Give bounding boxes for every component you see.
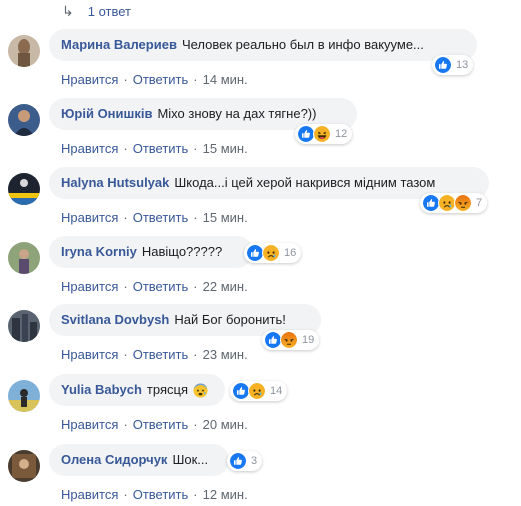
reply-arrow-icon: ↳ [62, 2, 74, 19]
reactions-summary[interactable]: 7 [420, 193, 488, 213]
timestamp[interactable]: 12 мин. [203, 487, 248, 502]
separator-dot: · [123, 141, 128, 156]
separator-dot: · [123, 487, 128, 502]
comment-actions: Нравится · Ответить · 20 мин. [61, 417, 248, 432]
avatar[interactable] [8, 380, 40, 412]
author-name[interactable]: Halyna Hutsulyak [61, 175, 169, 191]
sad-reaction-icon [262, 244, 280, 262]
comment: Yulia Babych трясця 14 Нравится · Ответи… [0, 370, 521, 434]
comment: Юрій Онишків Міхо знову на дах тягне?)) … [0, 94, 521, 158]
like-link[interactable]: Нравится [61, 72, 118, 87]
angry-reaction-icon [280, 331, 298, 349]
separator-dot: · [193, 210, 198, 225]
comment-text: Міхо знову на дах тягне?)) [157, 106, 317, 121]
angry-reaction-icon [454, 194, 472, 212]
comment-text: трясця [146, 382, 188, 397]
avatar[interactable] [8, 450, 40, 482]
comment-actions: Нравится · Ответить · 12 мин. [61, 487, 248, 502]
author-name[interactable]: Svitlana Dovbysh [61, 312, 169, 328]
reaction-count: 19 [302, 334, 315, 346]
comment-bubble: Марина Валериев Человек реально был в ин… [49, 29, 477, 61]
separator-dot: · [123, 417, 128, 432]
comment-actions: Нравится · Ответить · 15 мин. [61, 210, 248, 225]
reaction-count: 13 [456, 59, 469, 71]
comment-bubble: Yulia Babych трясця [49, 374, 225, 406]
like-link[interactable]: Нравится [61, 279, 118, 294]
reactions-summary[interactable]: 12 [295, 124, 353, 144]
reaction-count: 14 [270, 385, 283, 397]
reactions-summary[interactable]: 19 [262, 330, 320, 350]
avatar[interactable] [8, 173, 40, 205]
like-link[interactable]: Нравится [61, 347, 118, 362]
separator-dot: · [123, 72, 128, 87]
author-name[interactable]: Юрій Онишків [61, 106, 152, 122]
avatar[interactable] [8, 104, 40, 136]
separator-dot: · [123, 279, 128, 294]
comment-bubble: Iryna Korniy Навіщо????? [49, 236, 253, 268]
reactions-summary[interactable]: 13 [432, 55, 474, 75]
comment-text: Человек реально был в инфо вакууме... [181, 37, 424, 52]
reply-link[interactable]: Ответить [133, 210, 189, 225]
author-name[interactable]: Олена Сидорчук [61, 452, 167, 468]
reply-link[interactable]: Ответить [133, 417, 189, 432]
comment: Halyna Hutsulyak Шкода...і цей херой нак… [0, 163, 521, 227]
reply-link[interactable]: Ответить [133, 279, 189, 294]
view-replies-link[interactable]: ↳ 1 ответ [62, 3, 131, 19]
comment-text: Навіщо????? [141, 244, 223, 259]
separator-dot: · [193, 141, 198, 156]
timestamp[interactable]: 14 мин. [203, 72, 248, 87]
author-name[interactable]: Марина Валериев [61, 37, 177, 53]
comment-bubble: Олена Сидорчук Шок... [49, 444, 229, 476]
separator-dot: · [123, 210, 128, 225]
like-link[interactable]: Нравится [61, 141, 118, 156]
avatar[interactable] [8, 242, 40, 274]
reactions-summary[interactable]: 3 [227, 451, 263, 471]
separator-dot: · [193, 72, 198, 87]
separator-dot: · [193, 417, 198, 432]
like-link[interactable]: Нравится [61, 487, 118, 502]
reply-link[interactable]: Ответить [133, 72, 189, 87]
like-link[interactable]: Нравится [61, 210, 118, 225]
avatar[interactable] [8, 35, 40, 67]
separator-dot: · [123, 347, 128, 362]
separator-dot: · [193, 279, 198, 294]
author-name[interactable]: Yulia Babych [61, 382, 142, 398]
reaction-count: 16 [284, 247, 297, 259]
anxious-face-icon [193, 382, 208, 398]
separator-dot: · [193, 487, 198, 502]
like-reaction-icon [434, 56, 452, 74]
like-reaction-icon [229, 452, 247, 470]
reaction-count: 12 [335, 128, 348, 140]
comment: Олена Сидорчук Шок... 3 Нравится · Ответ… [0, 440, 521, 504]
reply-link[interactable]: Ответить [133, 487, 189, 502]
comment-text: Най Бог боронить! [174, 312, 286, 327]
timestamp[interactable]: 15 мин. [203, 210, 248, 225]
author-name[interactable]: Iryna Korniy [61, 244, 137, 260]
comment-actions: Нравится · Ответить · 15 мин. [61, 141, 248, 156]
timestamp[interactable]: 20 мин. [203, 417, 248, 432]
reaction-count: 3 [251, 455, 258, 467]
separator-dot: · [193, 347, 198, 362]
like-link[interactable]: Нравится [61, 417, 118, 432]
reactions-summary[interactable]: 16 [244, 243, 302, 263]
comment-text: Шкода...і цей херой накрився мідним тазо… [174, 175, 436, 190]
comment-actions: Нравится · Ответить · 22 мин. [61, 279, 248, 294]
comment-actions: Нравится · Ответить · 23 мин. [61, 347, 248, 362]
timestamp[interactable]: 15 мин. [203, 141, 248, 156]
timestamp[interactable]: 23 мин. [203, 347, 248, 362]
comment: Iryna Korniy Навіщо????? 16 Нравится · О… [0, 232, 521, 296]
haha-reaction-icon [313, 125, 331, 143]
reactions-summary[interactable]: 14 [230, 381, 288, 401]
sad-reaction-icon [248, 382, 266, 400]
timestamp[interactable]: 22 мин. [203, 279, 248, 294]
replies-count-label: 1 ответ [87, 3, 131, 19]
reply-link[interactable]: Ответить [133, 141, 189, 156]
comment: Svitlana Dovbysh Най Бог боронить! 19 Нр… [0, 300, 521, 364]
comment-text: Шок... [172, 452, 209, 467]
comment: Марина Валериев Человек реально был в ин… [0, 25, 521, 89]
reaction-count: 7 [476, 197, 483, 209]
avatar[interactable] [8, 310, 40, 342]
comment-actions: Нравится · Ответить · 14 мин. [61, 72, 248, 87]
reply-link[interactable]: Ответить [133, 347, 189, 362]
